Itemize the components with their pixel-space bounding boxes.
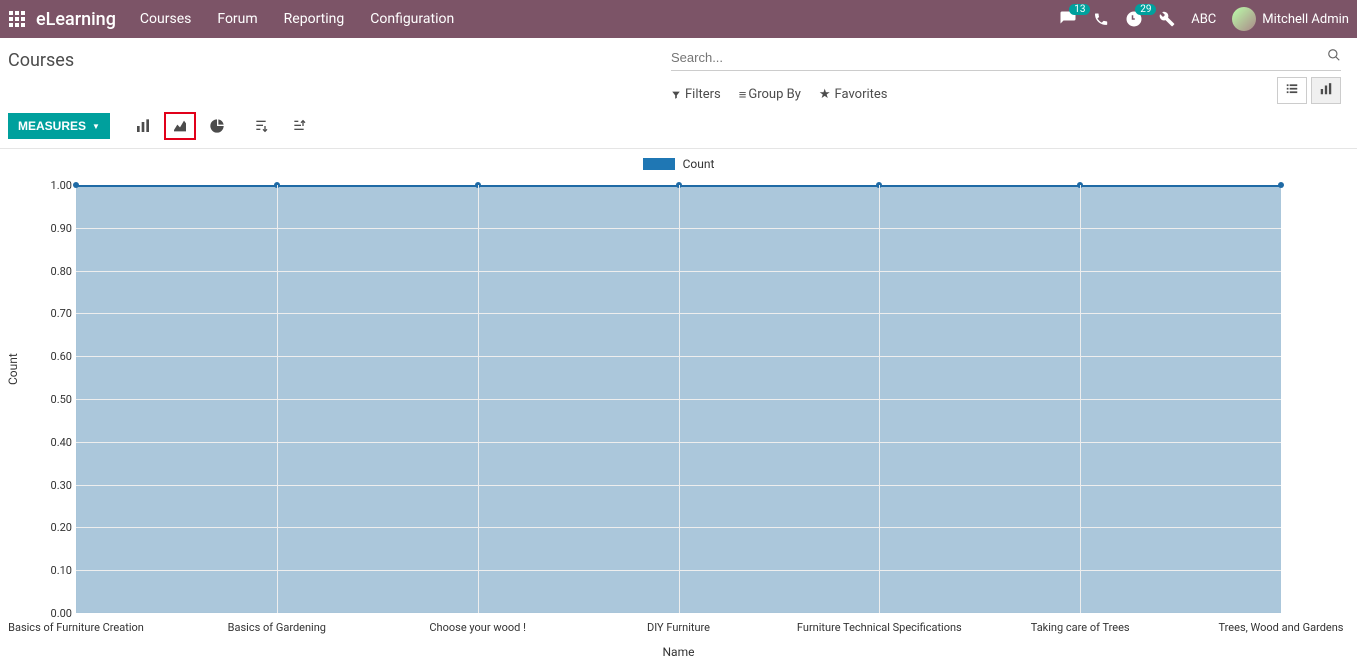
- y-axis-label: Count: [6, 353, 20, 385]
- bar-chart-icon: [135, 118, 151, 134]
- user-name: Mitchell Admin: [1262, 12, 1349, 27]
- user-menu[interactable]: Mitchell Admin: [1232, 7, 1349, 31]
- grid-line-vertical: [679, 185, 680, 613]
- funnel-icon: [671, 90, 681, 100]
- activity-icon[interactable]: 29: [1125, 10, 1143, 28]
- list-icon: [1285, 82, 1299, 96]
- brand-title[interactable]: eLearning: [36, 9, 116, 30]
- x-tick: Basics of Gardening: [228, 621, 326, 634]
- favorites-label: Favorites: [835, 87, 888, 102]
- measures-button[interactable]: MEASURES: [8, 113, 110, 139]
- search-input[interactable]: [671, 50, 1327, 65]
- star-icon: ★: [819, 87, 831, 102]
- chart-legend: Count: [0, 157, 1357, 171]
- nav-configuration[interactable]: Configuration: [370, 11, 454, 27]
- y-tick: 1.00: [38, 179, 72, 192]
- search-icon[interactable]: [1327, 48, 1341, 66]
- nav-reporting[interactable]: Reporting: [284, 11, 345, 27]
- grid-line-vertical: [478, 185, 479, 613]
- groupby-dropdown[interactable]: ≡ Group By: [739, 87, 801, 103]
- y-tick: 0.30: [38, 479, 72, 492]
- x-tick: Furniture Technical Specifications: [797, 621, 962, 634]
- apps-icon[interactable]: [8, 10, 26, 28]
- topbar: eLearning Courses Forum Reporting Config…: [0, 0, 1357, 38]
- x-tick: DIY Furniture: [647, 621, 710, 634]
- list-view-button[interactable]: [1277, 77, 1307, 104]
- x-tick: Taking care of Trees: [1031, 621, 1130, 634]
- data-point: [1278, 182, 1284, 188]
- graph-view-button[interactable]: [1311, 77, 1341, 104]
- favorites-dropdown[interactable]: ★ Favorites: [819, 87, 888, 103]
- y-tick: 0.50: [38, 393, 72, 406]
- company-name[interactable]: ABC: [1191, 12, 1216, 27]
- sort-asc-icon: [291, 118, 307, 134]
- chat-icon[interactable]: 13: [1059, 10, 1077, 28]
- y-tick: 0.40: [38, 436, 72, 449]
- grid-line-vertical: [277, 185, 278, 613]
- phone-icon[interactable]: [1093, 11, 1109, 27]
- grid-line-vertical: [879, 185, 880, 613]
- page-title: Courses: [8, 44, 74, 77]
- bar-chart-button[interactable]: [128, 112, 158, 140]
- chart-area: Count Count 0.00 0.10 0.20 0.30 0.40 0.50 0.60…: [0, 149, 1357, 669]
- pie-chart-icon: [209, 118, 225, 134]
- x-tick: Choose your wood !: [429, 621, 526, 634]
- sort-desc-button[interactable]: [246, 113, 276, 139]
- header-row: Courses Filters ≡: [0, 38, 1357, 149]
- legend-swatch: [643, 158, 675, 170]
- measures-label: MEASURES: [18, 119, 86, 133]
- sort-asc-button[interactable]: [284, 113, 314, 139]
- debug-icon[interactable]: [1159, 11, 1175, 27]
- pie-chart-button[interactable]: [202, 112, 232, 140]
- activity-badge: 29: [1135, 4, 1156, 15]
- x-axis-label: Name: [8, 645, 1349, 659]
- y-tick: 0.80: [38, 265, 72, 278]
- filters-label: Filters: [685, 87, 721, 102]
- avatar: [1232, 7, 1256, 31]
- groupby-label: Group By: [748, 87, 801, 102]
- area-chart-icon: [172, 118, 188, 134]
- x-tick: Trees, Wood and Gardens: [1219, 621, 1344, 634]
- plot-area: [76, 185, 1281, 613]
- y-tick: 0.90: [38, 222, 72, 235]
- group-icon: ≡: [739, 87, 745, 103]
- x-tick: Basics of Furniture Creation: [8, 621, 144, 634]
- line-chart-button[interactable]: [164, 112, 196, 140]
- bar-chart-icon: [1319, 82, 1333, 96]
- legend-count-label: Count: [683, 157, 715, 171]
- sort-desc-icon: [253, 118, 269, 134]
- nav-forum[interactable]: Forum: [217, 11, 257, 27]
- y-tick: 0.00: [38, 607, 72, 620]
- y-tick: 0.20: [38, 521, 72, 534]
- y-tick: 0.10: [38, 564, 72, 577]
- filters-dropdown[interactable]: Filters: [671, 87, 721, 103]
- chat-badge: 13: [1069, 4, 1090, 15]
- nav-courses[interactable]: Courses: [140, 11, 191, 27]
- y-tick: 0.60: [38, 350, 72, 363]
- data-point: [73, 182, 79, 188]
- y-tick: 0.70: [38, 307, 72, 320]
- grid-line-vertical: [1080, 185, 1081, 613]
